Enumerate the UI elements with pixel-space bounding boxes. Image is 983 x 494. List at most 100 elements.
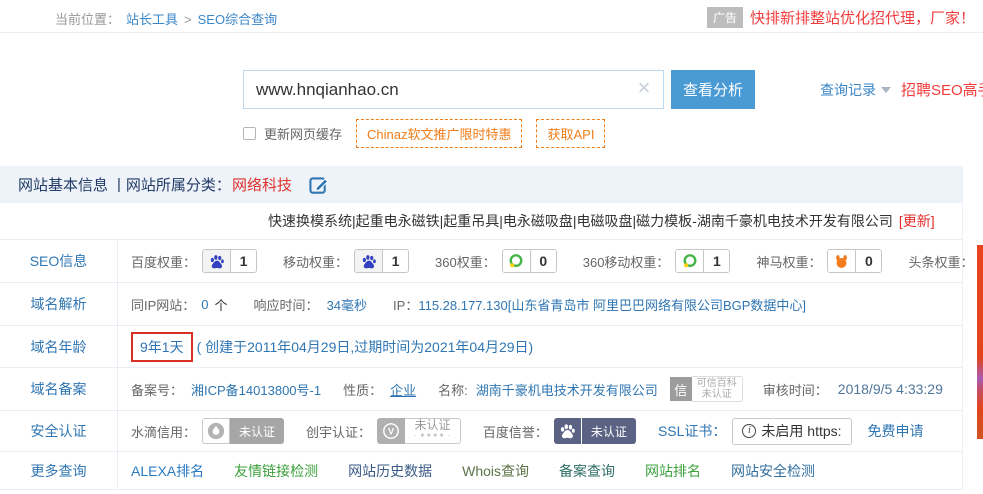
link-friend-links[interactable]: 友情链接检测 — [234, 461, 318, 481]
site-title: 快速换模系统|起重电永磁铁|起重吊具|电永磁吸盘|电磁吸盘|磁力模板-湖南千豪机… — [268, 211, 893, 231]
icp-number[interactable]: 湘ICP备14013800号-1 — [191, 380, 321, 399]
category-label: 网站所属分类： — [126, 174, 231, 195]
ssl-status-box[interactable]: i 未启用 https: — [732, 418, 851, 445]
360-logo-icon — [503, 250, 531, 272]
toutiao-weight-label: 头条权重： — [908, 252, 973, 271]
row-label-security: 安全认证 — [0, 411, 118, 451]
audit-time-label: 审核时间： — [763, 380, 828, 399]
360-mobile-weight-badge[interactable]: 1 — [675, 249, 730, 273]
ssl-apply-link[interactable]: 免费申请 — [868, 421, 924, 441]
side-ad-stripe[interactable] — [977, 245, 983, 439]
chuangyu-item: 创宇认证： V 未认证 - ★★★★ - — [306, 418, 461, 444]
row-label-more: 更多查询 — [0, 452, 118, 489]
more-query-row: 更多查询 ALEXA排名 友情链接检测 网站历史数据 Whois查询 备案查询 … — [0, 452, 962, 490]
refresh-cache-label: 更新网页缓存 — [264, 124, 342, 143]
baidu-paw-icon — [554, 418, 582, 444]
mobile-weight-value: 1 — [383, 250, 408, 272]
cache-row: 更新网页缓存 Chinaz软文推广限时特惠 获取API — [243, 119, 605, 148]
get-api-link[interactable]: 获取API — [536, 119, 605, 148]
section-divider: | — [117, 176, 121, 193]
water-drop-icon — [202, 418, 230, 444]
credible-baike-line1: 可信百科 — [697, 378, 737, 389]
audit-time-value: 2018/9/5 4:33:29 — [838, 381, 943, 397]
site-info-table: 网站基本信息 | 网站所属分类： 网络科技 快速换模系统|起重电永磁铁|起重吊具… — [0, 166, 963, 490]
shuidi-item: 水滴信用： 未认证 — [131, 418, 284, 444]
ssl-item: SSL证书： i 未启用 https: 免费申请 — [658, 418, 924, 445]
credible-baike-status: 可信百科 未认证 — [692, 376, 743, 402]
360-mobile-weight-value: 1 — [704, 250, 729, 272]
baidu-paw-icon — [203, 250, 231, 272]
link-icp-query[interactable]: 备案查询 — [559, 461, 615, 481]
clear-icon[interactable]: × — [632, 76, 656, 100]
shuidi-badge[interactable]: 未认证 — [202, 418, 284, 444]
breadcrumb-bar: 当前位置：站长工具>SEO综合查询 广告 快排新排整站优化招代理，厂家！ — [0, 0, 983, 33]
link-site-rank[interactable]: 网站排名 — [645, 461, 701, 481]
row-label-seo: SEO信息 — [0, 240, 118, 282]
info-icon: i — [742, 424, 756, 438]
shenma-weight-label: 神马权重： — [756, 252, 821, 271]
query-history-link[interactable]: 查询记录 — [820, 80, 891, 100]
icp-name-label: 名称: — [438, 380, 468, 399]
promo-link[interactable]: Chinaz软文推广限时特惠 — [356, 119, 522, 148]
chuangyu-stars: - ★★★★ - — [414, 431, 451, 442]
hire-seo-link[interactable]: 招聘SEO高手 — [901, 79, 983, 100]
domain-age-detail: ( 创建于2011年04月29日,过期时间为2021年04月29日) — [197, 337, 534, 357]
breadcrumb: 当前位置：站长工具>SEO综合查询 — [55, 9, 283, 28]
baidu-xinyu-status: 未认证 — [582, 418, 636, 444]
chuangyu-status-text: 未认证 — [414, 420, 450, 431]
link-alexa[interactable]: ALEXA排名 — [131, 461, 204, 481]
row-label-icp: 域名备案 — [0, 368, 118, 410]
ip-value[interactable]: 115.28.177.130[山东省青岛市 阿里巴巴网络有限公司BGP数据中心] — [418, 295, 806, 314]
query-history-label: 查询记录 — [820, 82, 876, 98]
search-input[interactable] — [243, 70, 664, 109]
ip-label: IP： — [393, 295, 418, 314]
toutiao-weight-item: 头条权重： 头条 1 — [908, 249, 983, 273]
baidu-xinyu-badge[interactable]: 未认证 — [554, 418, 636, 444]
mobile-weight-badge[interactable]: 1 — [354, 249, 409, 273]
baidu-paw-icon — [355, 250, 383, 272]
baidu-weight-badge[interactable]: 1 — [202, 249, 257, 273]
breadcrumb-link-tools[interactable]: 站长工具 — [126, 12, 178, 27]
360-weight-badge[interactable]: 0 — [502, 249, 557, 273]
chuangyu-status: 未认证 - ★★★★ - — [405, 418, 461, 444]
ssl-label: SSL证书： — [658, 421, 726, 441]
same-ip-label: 同IP网站： — [131, 295, 195, 314]
row-label-age: 域名年龄 — [0, 326, 118, 367]
response-time-value: 34毫秒 — [327, 295, 367, 314]
link-site-safety[interactable]: 网站安全检测 — [731, 461, 815, 481]
section-title: 网站基本信息 — [18, 174, 108, 195]
shenma-weight-badge[interactable]: 0 — [827, 249, 882, 273]
row-label-dns: 域名解析 — [0, 283, 118, 325]
chuangyu-label: 创宇认证： — [306, 422, 371, 441]
analyze-button[interactable]: 查看分析 — [671, 70, 755, 109]
refresh-cache-checkbox[interactable] — [243, 127, 256, 140]
v-shield-icon: V — [377, 418, 405, 444]
domain-age-value: 9年1天 — [140, 339, 184, 355]
baidu-xinyu-item: 百度信誉： 未认证 — [483, 418, 636, 444]
360-mobile-weight-label: 360移动权重： — [583, 252, 670, 271]
icp-nature[interactable]: 企业 — [390, 380, 416, 399]
link-whois[interactable]: Whois查询 — [462, 461, 529, 481]
link-history-data[interactable]: 网站历史数据 — [348, 461, 432, 481]
icp-company-name[interactable]: 湖南千豪机电技术开发有限公司 — [476, 380, 658, 399]
icp-number-label: 备案号： — [131, 380, 183, 399]
breadcrumb-link-seo[interactable]: SEO综合查询 — [198, 12, 277, 27]
360-logo-icon — [676, 250, 704, 272]
category-value[interactable]: 网络科技 — [232, 174, 292, 195]
update-link[interactable]: [更新] — [899, 211, 935, 231]
section-header: 网站基本信息 | 网站所属分类： 网络科技 — [0, 166, 962, 203]
domain-age-row: 域名年龄 9年1天 ( 创建于2011年04月29日,过期时间为2021年04月… — [0, 326, 962, 368]
chevron-down-icon — [881, 87, 891, 93]
dns-row: 域名解析 同IP网站： 0 个 响应时间： 34毫秒 IP： 115.28.17… — [0, 283, 962, 326]
breadcrumb-prefix: 当前位置： — [55, 12, 120, 27]
top-ad[interactable]: 广告 快排新排整站优化招代理，厂家！ — [707, 7, 975, 28]
site-title-row: 快速换模系统|起重电永磁铁|起重吊具|电永磁吸盘|电磁吸盘|磁力模板-湖南千豪机… — [0, 203, 962, 240]
edit-icon[interactable] — [309, 175, 330, 194]
ad-text[interactable]: 快排新排整站优化招代理，厂家！ — [750, 7, 975, 28]
chuangyu-badge[interactable]: V 未认证 - ★★★★ - — [377, 418, 461, 444]
credible-baike-badge[interactable]: 信 可信百科 未认证 — [670, 376, 743, 402]
shenma-logo-icon — [828, 250, 856, 272]
mobile-weight-label: 移动权重： — [283, 252, 348, 271]
svg-text:V: V — [388, 427, 394, 437]
same-ip-value[interactable]: 0 — [201, 297, 208, 312]
